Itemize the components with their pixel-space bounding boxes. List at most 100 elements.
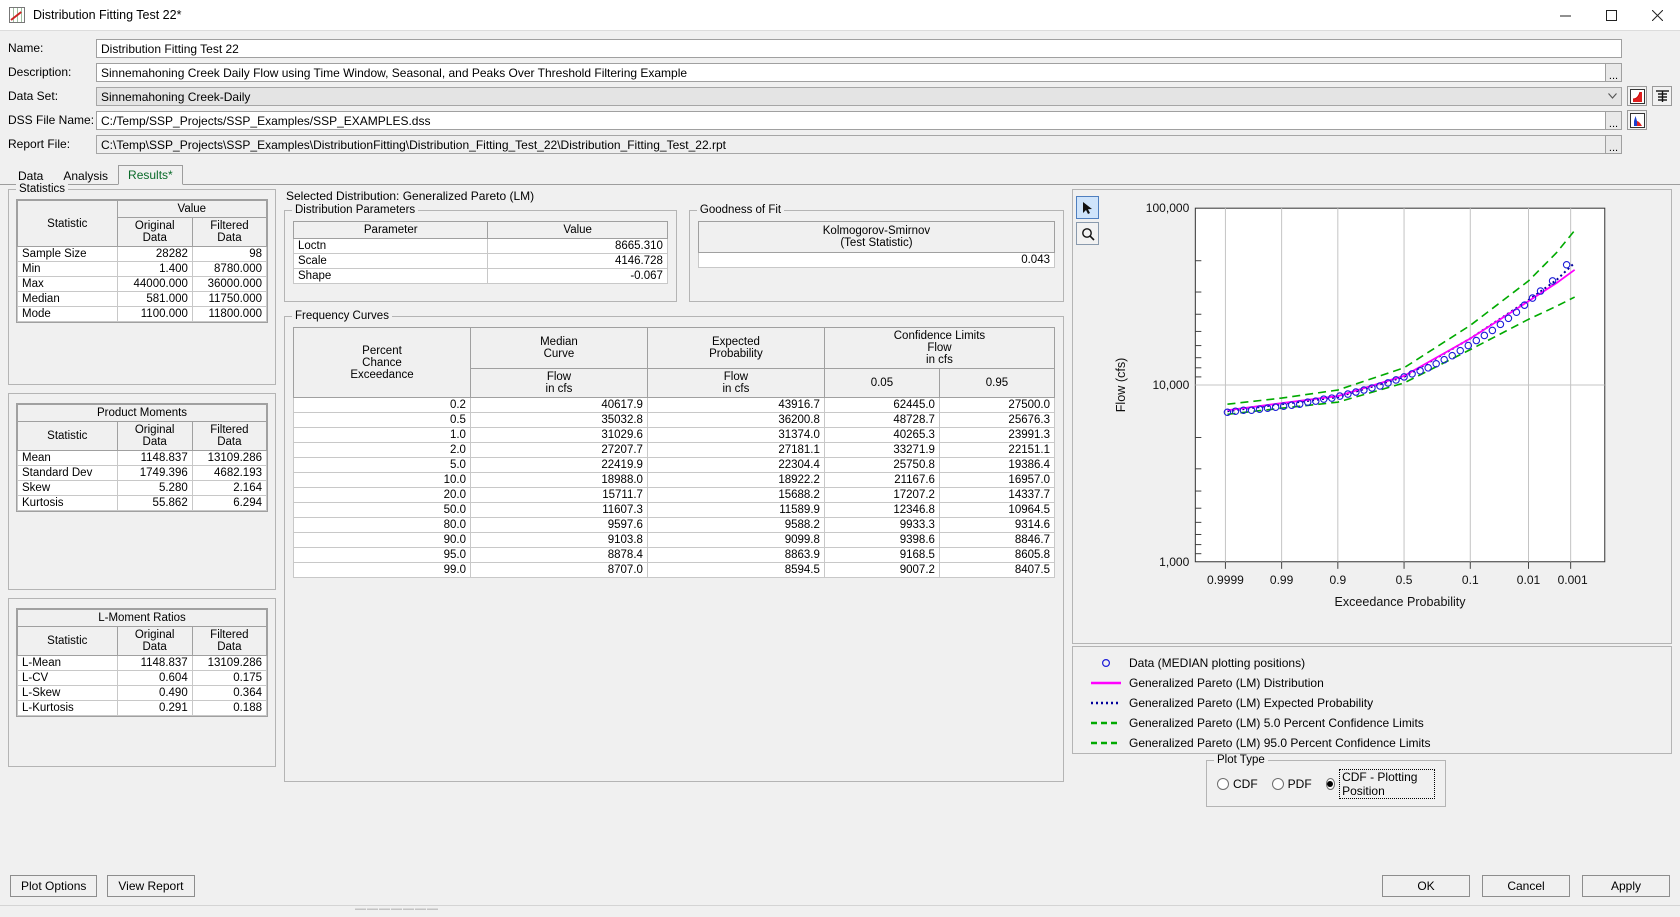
statistics-table-wrap: Statistic Value Original Data Filtered D… bbox=[16, 199, 268, 323]
table-row[interactable]: 50.0 11607.3 11589.9 12346.8 10964.5 bbox=[293, 502, 1056, 518]
dss-browse-button[interactable]: ... bbox=[1605, 110, 1622, 130]
cell-original: 55.862 bbox=[116, 495, 193, 511]
xtick-0: 0.9999 bbox=[1207, 573, 1244, 587]
table-grid-icon-button[interactable] bbox=[1652, 86, 1672, 106]
pointer-tool-icon[interactable] bbox=[1076, 196, 1099, 219]
cell-expected: 36200.8 bbox=[646, 412, 825, 428]
table-row[interactable]: 90.0 9103.8 9099.8 9398.6 8846.7 bbox=[293, 532, 1056, 548]
table-row[interactable]: 99.0 8707.0 8594.5 9007.2 8407.5 bbox=[293, 562, 1056, 578]
close-button[interactable] bbox=[1634, 0, 1680, 31]
table-row[interactable]: L-Mean 1148.837 13109.286 bbox=[17, 655, 268, 671]
name-input[interactable]: Distribution Fitting Test 22 bbox=[96, 38, 1622, 58]
table-row[interactable]: Shape -0.067 bbox=[292, 268, 668, 284]
lmoment-table-wrap: L-Moment Ratios Statistic Original Data … bbox=[16, 608, 268, 717]
fc-col-expected: Expected Probability bbox=[646, 327, 825, 369]
cell-expected: 18922.2 bbox=[646, 472, 825, 488]
description-input[interactable]: Sinnemahoning Creek Daily Flow using Tim… bbox=[96, 62, 1606, 82]
ok-button[interactable]: OK bbox=[1382, 875, 1470, 897]
selected-distribution-label: Selected Distribution: Generalized Paret… bbox=[286, 189, 535, 203]
cell-original: 1148.837 bbox=[116, 450, 193, 466]
fc-expected-l1: Expected bbox=[711, 336, 760, 348]
goodness-of-fit-group: Goodness of Fit Kolmogorov-Smirnov (Test… bbox=[688, 204, 1064, 302]
cell-cl95: 22151.1 bbox=[938, 442, 1056, 458]
table-row[interactable]: Min 1.400 8780.000 bbox=[17, 261, 268, 277]
table-row[interactable]: Sample Size 28282 98 bbox=[17, 246, 268, 262]
fc-pce-l3: Exceedance bbox=[350, 368, 414, 381]
tab-bar: Data Analysis Results* bbox=[0, 165, 1680, 185]
table-row[interactable]: 0.5 35032.8 36200.8 48728.7 25676.3 bbox=[293, 412, 1056, 428]
description-browse-button[interactable]: ... bbox=[1605, 62, 1622, 82]
cell-cl95: 10964.5 bbox=[938, 502, 1056, 518]
cell-median: 8878.4 bbox=[469, 547, 648, 563]
cell-pce: 90.0 bbox=[293, 532, 471, 548]
dss-input[interactable]: C:/Temp/SSP_Projects/SSP_Examples/SSP_EX… bbox=[96, 110, 1606, 130]
radio-cdf-plotting-position[interactable]: CDF - Plotting Position bbox=[1325, 769, 1435, 799]
table-row[interactable]: 0.2 40617.9 43916.7 62445.0 27500.0 bbox=[293, 397, 1056, 413]
statistics-col-stat: Statistic bbox=[17, 200, 118, 247]
cell-cl05: 40265.3 bbox=[823, 427, 940, 443]
title-bar: Distribution Fitting Test 22* bbox=[0, 0, 1680, 31]
ytick-1000: 1,000 bbox=[1159, 555, 1189, 569]
table-row[interactable]: 0.043 bbox=[697, 252, 1056, 268]
table-row[interactable]: 95.0 8878.4 8863.9 9168.5 8605.8 bbox=[293, 547, 1056, 563]
cell-median: 35032.8 bbox=[469, 412, 648, 428]
cell-cl05: 9007.2 bbox=[823, 562, 940, 578]
legend-item-distribution: Generalized Pareto (LM) Distribution bbox=[1083, 673, 1671, 693]
goodness-of-fit-title: Goodness of Fit bbox=[696, 204, 785, 216]
cancel-button[interactable]: Cancel bbox=[1482, 875, 1570, 897]
table-row[interactable]: 1.0 31029.6 31374.0 40265.3 23991.3 bbox=[293, 427, 1056, 443]
cell-stat: Mode bbox=[17, 306, 118, 322]
zoom-tool-icon[interactable] bbox=[1076, 222, 1099, 245]
apply-button[interactable]: Apply bbox=[1582, 875, 1670, 897]
minimize-button[interactable] bbox=[1542, 0, 1588, 31]
table-row[interactable]: Max 44000.000 36000.000 bbox=[17, 276, 268, 292]
table-row[interactable]: 5.0 22419.9 22304.4 25750.8 19386.4 bbox=[293, 457, 1056, 473]
report-browse-button[interactable]: ... bbox=[1605, 134, 1622, 154]
table-row[interactable]: 20.0 15711.7 15688.2 17207.2 14337.7 bbox=[293, 487, 1056, 503]
table-row[interactable]: 10.0 18988.0 18922.2 21167.6 16957.0 bbox=[293, 472, 1056, 488]
table-row[interactable]: L-Kurtosis 0.291 0.188 bbox=[17, 700, 268, 716]
table-row[interactable]: Loctn 8665.310 bbox=[292, 238, 668, 254]
fc-conf-l3: in cfs bbox=[926, 354, 953, 366]
xtick-5: 0.01 bbox=[1517, 573, 1541, 587]
histogram-blue-red-icon-button[interactable] bbox=[1627, 110, 1647, 130]
frequency-plot-chart[interactable]: 100,000 10,000 1,000 Flow (cfs) 0.9999 0… bbox=[1103, 190, 1671, 643]
table-row[interactable]: Skew 5.280 2.164 bbox=[17, 480, 268, 496]
plot-type-radios: CDF PDF CDF - Plotting Position bbox=[1217, 769, 1435, 799]
histogram-red-icon-button[interactable] bbox=[1627, 86, 1647, 106]
cell-median: 11607.3 bbox=[469, 502, 648, 518]
fc-flow-l1a: Flow bbox=[546, 371, 572, 383]
table-row[interactable]: 2.0 27207.7 27181.1 33271.9 22151.1 bbox=[293, 442, 1056, 458]
table-row[interactable]: L-Skew 0.490 0.364 bbox=[17, 685, 268, 701]
table-row[interactable]: 80.0 9597.6 9588.2 9933.3 9314.6 bbox=[293, 517, 1056, 533]
chart-legend: Data (MEDIAN plotting positions) General… bbox=[1072, 645, 1672, 754]
radio-cdf[interactable]: CDF bbox=[1217, 777, 1258, 791]
name-row: Name: Distribution Fitting Test 22 bbox=[0, 37, 1680, 59]
description-row-spacer2 bbox=[1652, 62, 1672, 82]
goodness-of-fit-table: Kolmogorov-Smirnov (Test Statistic) 0.04… bbox=[697, 221, 1056, 268]
table-row[interactable]: Mean 1148.837 13109.286 bbox=[17, 450, 268, 466]
dp-col-parameter: Parameter bbox=[292, 221, 489, 239]
report-input[interactable]: C:\Temp\SSP_Projects\SSP_Examples\Distri… bbox=[96, 134, 1606, 154]
cell-expected: 9588.2 bbox=[646, 517, 825, 533]
radio-pdf[interactable]: PDF bbox=[1271, 777, 1312, 791]
table-row[interactable]: Median 581.000 11750.000 bbox=[17, 291, 268, 307]
view-report-button[interactable]: View Report bbox=[107, 875, 195, 897]
table-row[interactable]: Standard Dev 1749.396 4682.193 bbox=[17, 465, 268, 481]
table-row[interactable]: L-CV 0.604 0.175 bbox=[17, 670, 268, 686]
plot-options-button[interactable]: Plot Options bbox=[10, 875, 98, 897]
tab-results[interactable]: Results* bbox=[118, 165, 183, 185]
table-row[interactable]: Kurtosis 55.862 6.294 bbox=[17, 495, 268, 511]
xtick-4: 0.1 bbox=[1462, 573, 1479, 587]
dataset-combo[interactable]: Sinnemahoning Creek-Daily bbox=[96, 86, 1605, 106]
cell-cl95: 25676.3 bbox=[938, 412, 1056, 428]
cell-pce: 20.0 bbox=[293, 487, 471, 503]
table-row[interactable]: Scale 4146.728 bbox=[292, 253, 668, 269]
chevron-down-icon[interactable] bbox=[1604, 86, 1622, 106]
cell-cl95: 27500.0 bbox=[938, 397, 1056, 413]
statistics-col-filtered: Filtered Data bbox=[191, 217, 268, 247]
cell-pce: 5.0 bbox=[293, 457, 471, 473]
cell-pce: 10.0 bbox=[293, 472, 471, 488]
table-row[interactable]: Mode 1100.000 11800.000 bbox=[17, 306, 268, 322]
maximize-button[interactable] bbox=[1588, 0, 1634, 31]
